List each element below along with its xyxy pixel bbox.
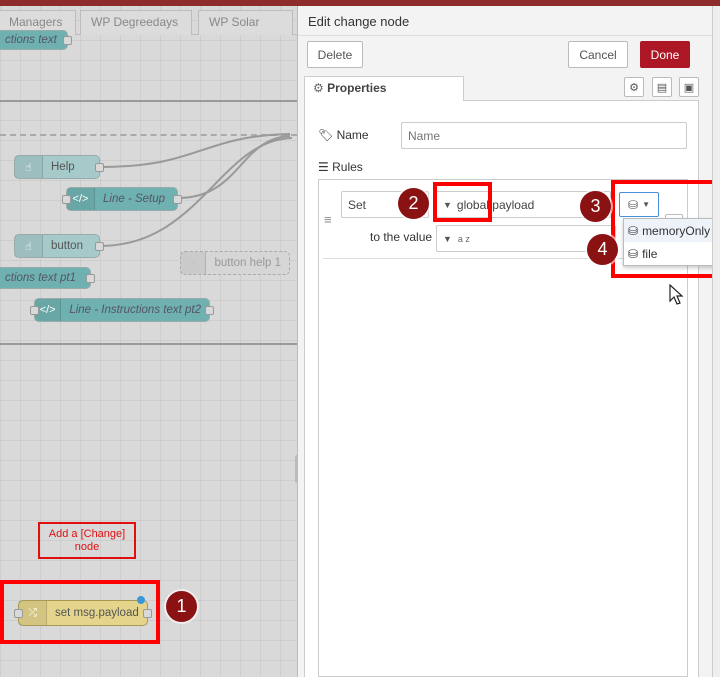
hand-icon: ☝ [15,235,43,257]
step-marker-4: 4 [587,234,618,265]
flow-workspace[interactable]: Managers WP Degreedays WP Solar ctions t… [0,0,297,677]
tag-icon: 🏷 [318,128,334,142]
name-label: 🏷 Name [318,128,369,142]
gear-icon: ⚙ [313,81,324,95]
step-marker-2: 2 [398,188,429,219]
output-port[interactable] [95,242,104,251]
string-type-icon: a z [457,233,470,244]
highlight-box-2 [433,182,492,222]
input-port[interactable] [62,195,71,204]
rules-label-text: Rules [332,160,363,174]
right-sidebar [712,6,720,677]
input-port[interactable] [14,609,23,618]
rule-action-value: Set [348,197,367,212]
step-marker-3: 3 [580,191,611,222]
step-marker-1: 1 [166,591,197,622]
list-icon: ☰ [318,160,329,174]
annotation-note: Add a [Change] node [38,522,136,559]
input-port[interactable] [30,306,39,315]
output-port[interactable] [63,36,72,45]
output-port[interactable] [86,274,95,283]
output-port[interactable] [173,195,182,204]
node-label: button help 1 [214,257,281,269]
to-the-value-label: to the value [370,230,433,244]
tray-title: Edit change node [298,6,720,36]
output-port[interactable] [205,306,214,315]
name-input[interactable] [401,122,687,149]
node-instructions-text[interactable]: ctions text [0,30,72,50]
drag-handle-icon[interactable]: ≡ [324,212,332,227]
edit-tray: Edit change node Delete Cancel Done ⚙ Pr… [297,6,720,677]
highlight-box-3 [611,180,720,278]
node-line-setup[interactable]: </> Line - Setup [62,187,182,211]
delete-button[interactable]: Delete [307,41,363,68]
node-label: Line - Setup [103,193,166,205]
node-instructions-pt1[interactable]: ctions text pt1 [0,267,95,289]
node-label: ctions text pt1 [5,272,76,284]
node-label: Help [51,161,75,173]
node-line-instructions-pt2[interactable]: </> Line - Instructions text pt2 [30,298,214,322]
output-port[interactable] [95,163,104,172]
done-button[interactable]: Done [640,41,690,68]
description-icon[interactable]: ▤ [652,77,672,97]
output-port[interactable] [143,609,152,618]
settings-icon[interactable]: ⚙ [624,77,644,97]
rules-label: ☰ Rules [318,160,363,174]
node-label: Line - Instructions text pt2 [69,304,201,316]
changed-indicator [137,596,145,604]
code-icon: </> [67,188,95,210]
node-label: ctions text [5,34,57,46]
node-help[interactable]: ☝ Help [14,155,104,179]
node-label: set msg.payload [55,607,139,619]
node-button[interactable]: ☝ button [14,234,104,258]
hand-icon: ☝ [15,156,43,178]
appearance-icon[interactable]: ▣ [679,77,699,97]
hand-icon: ☝ [181,252,207,274]
tab-properties[interactable]: ⚙ Properties [304,76,464,101]
cancel-button[interactable]: Cancel [568,41,628,68]
node-set-msg-payload[interactable]: ⤮ set msg.payload [14,596,152,626]
mouse-cursor-icon [669,284,684,305]
name-label-text: Name [336,128,369,142]
shuffle-icon: ⤮ [19,601,47,625]
rule-target-value: payload [492,197,535,212]
node-button-help-disabled[interactable]: ☝ button help 1 [180,251,290,275]
node-label: button [51,240,83,252]
tab-properties-label: Properties [327,81,387,95]
caret-down-icon: ▼ [443,233,452,244]
